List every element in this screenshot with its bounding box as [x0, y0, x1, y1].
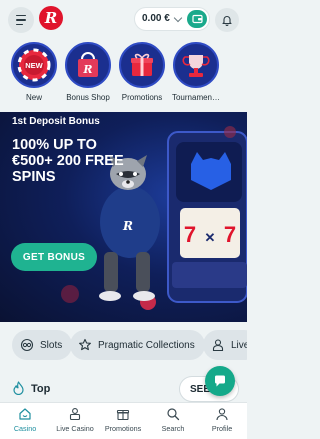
banner-kicker: 1st Deposit Bonus — [12, 116, 100, 127]
category-label: New — [25, 93, 42, 102]
svg-text:R: R — [82, 63, 92, 76]
wallet-icon — [191, 14, 203, 24]
hamburger-icon — [16, 14, 26, 17]
slots-icon — [20, 338, 34, 352]
category-new[interactable]: NEW New — [6, 42, 62, 102]
profile-icon — [216, 408, 228, 421]
section-title-top: Top — [31, 383, 51, 395]
balance-amount: 0.00 € — [142, 13, 170, 24]
gift-icon — [116, 409, 130, 421]
balance-dropdown[interactable]: 0.00 € — [134, 7, 210, 31]
chip-label: Pragmatic Collections — [98, 339, 195, 351]
nav-promotions[interactable]: Promotions — [98, 407, 148, 433]
bell-icon — [222, 16, 232, 26]
svg-text:7: 7 — [184, 222, 196, 247]
chip-pragmatic-collections[interactable]: Pragmatic Collections — [70, 330, 205, 360]
chevron-down-icon — [173, 13, 183, 23]
category-tournaments[interactable]: Tournamen… — [168, 42, 224, 102]
category-bonus-shop[interactable]: R Bonus Shop — [60, 42, 116, 102]
nav-casino[interactable]: Casino — [0, 407, 50, 433]
chip-label: Slots — [40, 339, 63, 351]
nav-label: Promotions — [104, 424, 142, 433]
dealer-icon — [212, 339, 224, 352]
nav-label: Search — [161, 424, 185, 433]
wallet-button[interactable] — [187, 10, 207, 28]
chip-label: Live — [231, 339, 247, 351]
notifications-button[interactable] — [215, 8, 239, 32]
bottom-navigation: Casino Live Casino Promotions Search Pro… — [0, 402, 247, 439]
hamburger-menu-button[interactable] — [8, 7, 34, 33]
svg-text:7: 7 — [224, 222, 236, 247]
nav-label: Live Casino — [56, 424, 94, 433]
search-icon — [167, 408, 180, 421]
promo-banner[interactable]: 7 ✕ 7 R 1st Deposit Bonus 100% UP TO €50… — [0, 112, 247, 322]
nav-label: Casino — [13, 424, 37, 433]
new-chip-icon: NEW — [11, 42, 57, 88]
category-label: Tournamen… — [171, 93, 221, 102]
trophy-icon — [173, 42, 219, 88]
shopping-bag-icon: R — [65, 42, 111, 88]
new-badge: NEW — [25, 61, 43, 70]
brand-logo[interactable]: R — [39, 6, 63, 30]
chat-icon — [215, 375, 225, 387]
nav-label: Profile — [211, 424, 233, 433]
nav-live-casino[interactable]: Live Casino — [50, 407, 100, 433]
live-casino-icon — [69, 408, 81, 421]
category-promotions[interactable]: Promotions — [114, 42, 170, 102]
category-chips: Slots Pragmatic Collections Live — [0, 330, 247, 362]
get-bonus-button[interactable]: GET BONUS — [11, 243, 97, 271]
svg-text:R: R — [122, 219, 133, 233]
top-header: R 0.00 € — [0, 0, 247, 40]
live-chat-button[interactable] — [205, 366, 235, 396]
casino-icon — [19, 408, 31, 420]
fire-icon — [13, 381, 24, 395]
chip-slots[interactable]: Slots — [12, 330, 73, 360]
category-shortcuts: NEW New R Bonus Shop Promotions Tourname… — [0, 42, 247, 110]
category-label: Promotions — [121, 93, 163, 102]
category-label: Bonus Shop — [66, 93, 110, 102]
gift-icon — [119, 42, 165, 88]
chip-live[interactable]: Live — [203, 330, 247, 360]
banner-title: 100% UP TO €500+ 200 FREE SPINS — [12, 137, 124, 185]
svg-text:✕: ✕ — [205, 230, 216, 245]
nav-profile[interactable]: Profile — [197, 407, 247, 433]
nav-search[interactable]: Search — [148, 407, 198, 433]
star-icon — [79, 338, 91, 351]
